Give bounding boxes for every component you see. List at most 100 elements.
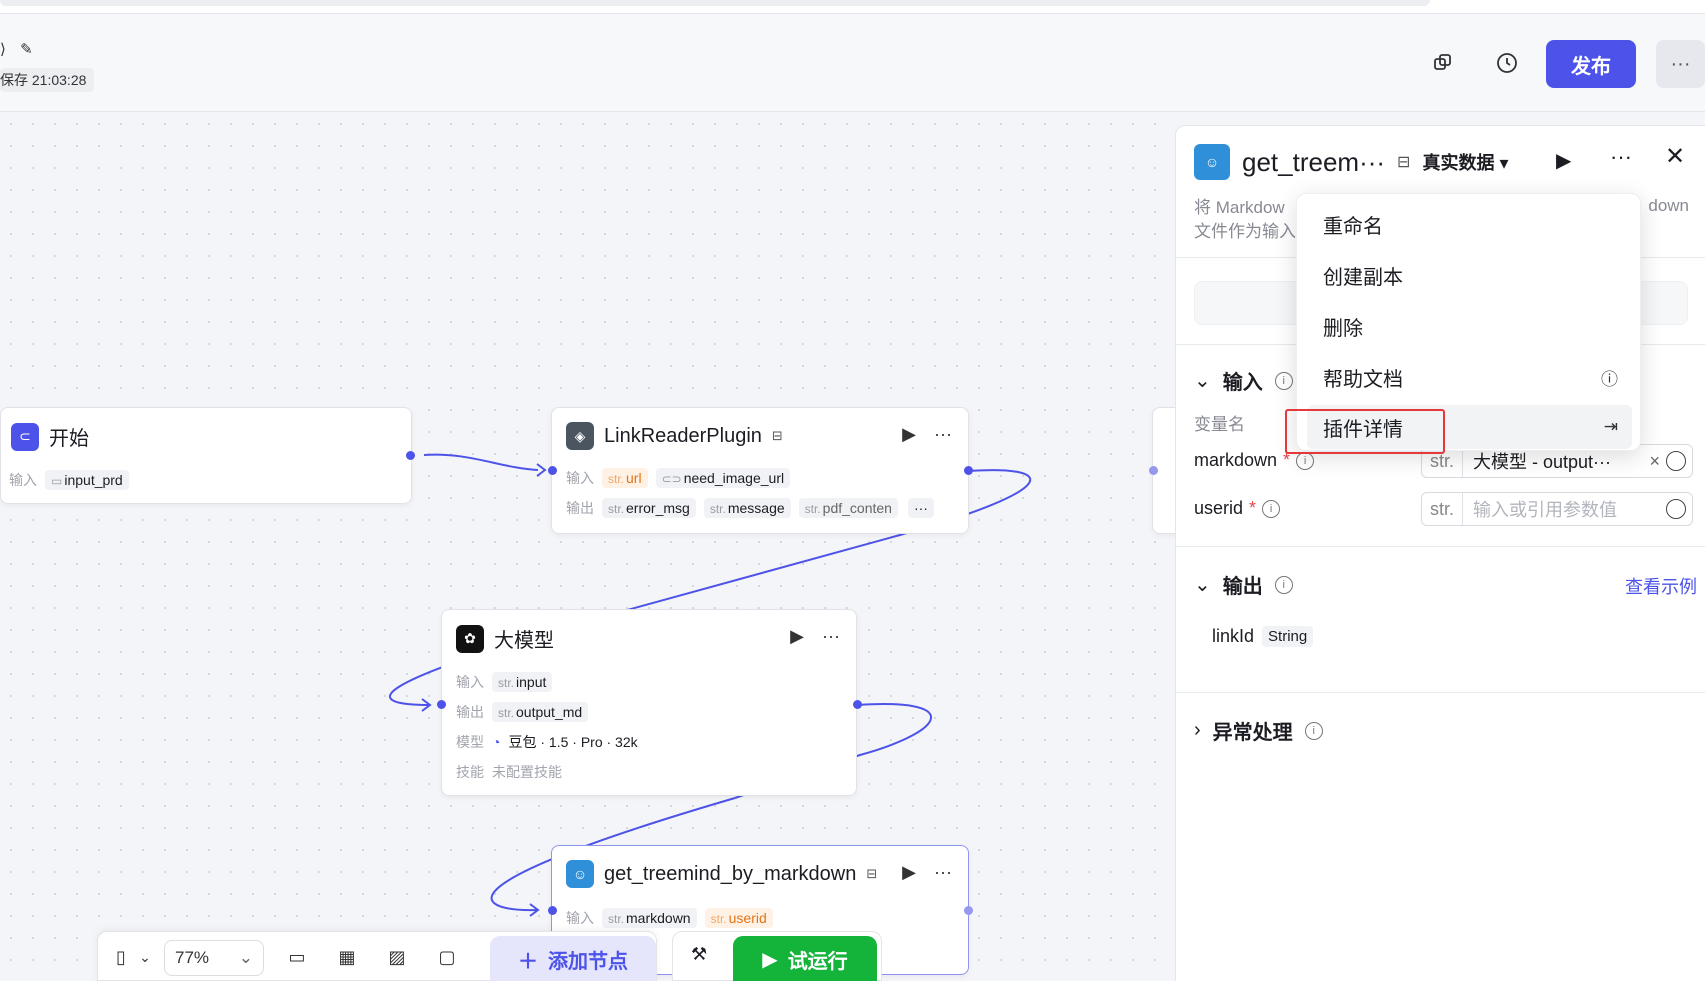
field-userid-label: userid * i	[1194, 498, 1281, 519]
plugin-badge-icon: ⊟	[771, 428, 783, 443]
node-more-icon[interactable]: ···	[934, 424, 952, 445]
input-label: 输入	[566, 470, 594, 486]
output-port[interactable]	[406, 451, 415, 460]
param-chip: str. pdf_conten	[798, 498, 898, 518]
help-icon: ⓘ	[1601, 369, 1618, 389]
start-icon: ⊂	[11, 422, 39, 451]
panel-title: get_treem···	[1242, 146, 1386, 177]
chevron-down-icon: ⌄	[238, 948, 253, 967]
plugin-badge-icon: ⊟	[866, 866, 878, 881]
plus-icon: ＋	[518, 950, 538, 973]
input-port[interactable]	[1149, 466, 1158, 475]
layout-icon[interactable]: ▦	[334, 944, 360, 970]
minimap-icon[interactable]: ▢	[434, 944, 460, 970]
node-llm[interactable]: ✿ 大模型 ▶ ··· 输入 str. input 输出 str. output_m…	[441, 609, 857, 796]
run-toolbar: ⚒ ▶ 试运行	[672, 931, 882, 981]
more-menu-button[interactable]: ···	[1656, 40, 1705, 88]
chevron-right-icon: ›	[1194, 719, 1201, 741]
copy-icon[interactable]	[1424, 44, 1462, 82]
output-section-header[interactable]: ⌄ 输出 i	[1194, 570, 1293, 599]
model-label: 模型	[456, 734, 484, 750]
image-icon[interactable]: ▨	[384, 944, 410, 970]
error-section-header[interactable]: › 异常处理 i	[1194, 716, 1323, 745]
node-title: get_treemind_by_markdown	[604, 862, 857, 885]
input-label: 输入	[9, 472, 37, 488]
menu-item-help[interactable]: 帮助文档 ⓘ	[1307, 355, 1632, 399]
node-more-icon[interactable]: ···	[934, 862, 952, 883]
overflow-chip[interactable]: ···	[907, 498, 934, 518]
param-chip: str. url	[602, 468, 648, 488]
close-icon[interactable]: ✕	[1665, 142, 1685, 171]
canvas-toolbar: ▯ ⌄ 77% ⌄ ▭ ▦ ▨ ▢ ＋添加节点	[97, 931, 657, 981]
plugin-icon: ☺	[566, 860, 594, 888]
more-icon[interactable]: ···	[1610, 144, 1632, 170]
userid-input[interactable]: str. 输入或引用参数值	[1421, 492, 1693, 526]
run-node-icon[interactable]: ▶	[902, 862, 916, 883]
info-icon: i	[1304, 721, 1323, 740]
toggle-icon: ⊂⊃	[661, 472, 682, 486]
info-icon: i	[1274, 371, 1293, 390]
info-icon: i	[1296, 451, 1315, 470]
run-node-icon[interactable]: ▶	[790, 626, 804, 647]
skill-label: 技能	[456, 764, 484, 780]
mouse-icon[interactable]: ▯	[108, 944, 134, 970]
run-node-icon[interactable]: ▶	[1556, 148, 1571, 173]
play-icon: ▶	[762, 948, 778, 971]
param-chip: str. output_md	[492, 702, 589, 722]
param-chip: str. markdown	[602, 908, 697, 928]
history-icon[interactable]	[1488, 44, 1526, 82]
folder-icon: ▭	[51, 474, 63, 488]
node-linkreader[interactable]: ◈ LinkReaderPlugin ⊟ ▶ ··· 输入 str. url ⊂⊃…	[551, 407, 969, 534]
input-port[interactable]	[437, 700, 446, 709]
output-label: 输出	[456, 704, 484, 720]
reference-icon[interactable]	[1666, 451, 1686, 471]
run-node-icon[interactable]: ▶	[902, 424, 916, 445]
input-section-header[interactable]: ⌄ 输入 i	[1194, 366, 1293, 395]
param-chip: ▭ input_prd	[45, 470, 129, 490]
menu-item-rename[interactable]: 重命名	[1307, 202, 1632, 246]
output-port[interactable]	[853, 700, 862, 709]
output-label: 输出	[566, 500, 594, 516]
doubao-icon: ◔	[492, 734, 501, 750]
panel-description-tail: down	[1648, 196, 1689, 215]
comment-icon[interactable]: ▭	[284, 944, 310, 970]
publish-button[interactable]: 发布	[1546, 40, 1636, 88]
param-chip: ⊂⊃ need_image_url	[655, 468, 791, 488]
input-label: 输入	[566, 910, 594, 926]
plugin-icon: ☺	[1194, 144, 1230, 180]
node-title: 开始	[49, 428, 89, 450]
view-example-link[interactable]: 查看示例	[1625, 573, 1697, 599]
output-var-row: linkId String	[1212, 626, 1314, 647]
menu-item-duplicate[interactable]: 创建副本	[1307, 253, 1632, 297]
model-value: 豆包 · 1.5 · Pro · 32k	[508, 734, 638, 750]
var-name-header: 变量名	[1194, 415, 1245, 434]
reference-icon[interactable]	[1666, 499, 1686, 519]
node-more-icon[interactable]: ···	[822, 626, 840, 647]
skill-value: 未配置技能	[492, 764, 562, 780]
param-chip: str. userid	[704, 908, 773, 928]
add-node-button[interactable]: ＋添加节点	[490, 936, 656, 981]
caret-down-icon: ▾	[1499, 153, 1509, 173]
node-start[interactable]: ⊂ 开始 输入 ▭ input_prd	[0, 407, 412, 504]
output-port[interactable]	[964, 466, 973, 475]
llm-icon: ✿	[456, 624, 484, 653]
output-port[interactable]	[964, 906, 973, 915]
test-run-button[interactable]: ▶ 试运行	[733, 936, 877, 981]
chevron-down-icon[interactable]: ⌄	[132, 944, 158, 970]
node-title: 大模型	[494, 630, 554, 652]
plugin-badge-icon: ⊟	[1397, 154, 1411, 171]
data-mode-select[interactable]: 真实数据 ▾	[1422, 149, 1508, 175]
input-port[interactable]	[548, 906, 557, 915]
plugin-icon: ◈	[566, 422, 594, 450]
param-chip: str. error_msg	[602, 498, 696, 518]
menu-item-delete[interactable]: 删除	[1307, 304, 1632, 348]
info-icon: i	[1262, 499, 1281, 518]
input-port[interactable]	[548, 466, 557, 475]
wrench-icon[interactable]: ⚒	[691, 944, 707, 965]
clear-icon[interactable]: ×	[1649, 451, 1660, 472]
chevron-down-icon: ⌄	[1194, 574, 1211, 596]
param-chip: str. message	[703, 498, 791, 518]
node-title: LinkReaderPlugin	[604, 424, 762, 447]
zoom-select[interactable]: 77% ⌄	[164, 940, 264, 976]
input-label: 输入	[456, 674, 484, 690]
